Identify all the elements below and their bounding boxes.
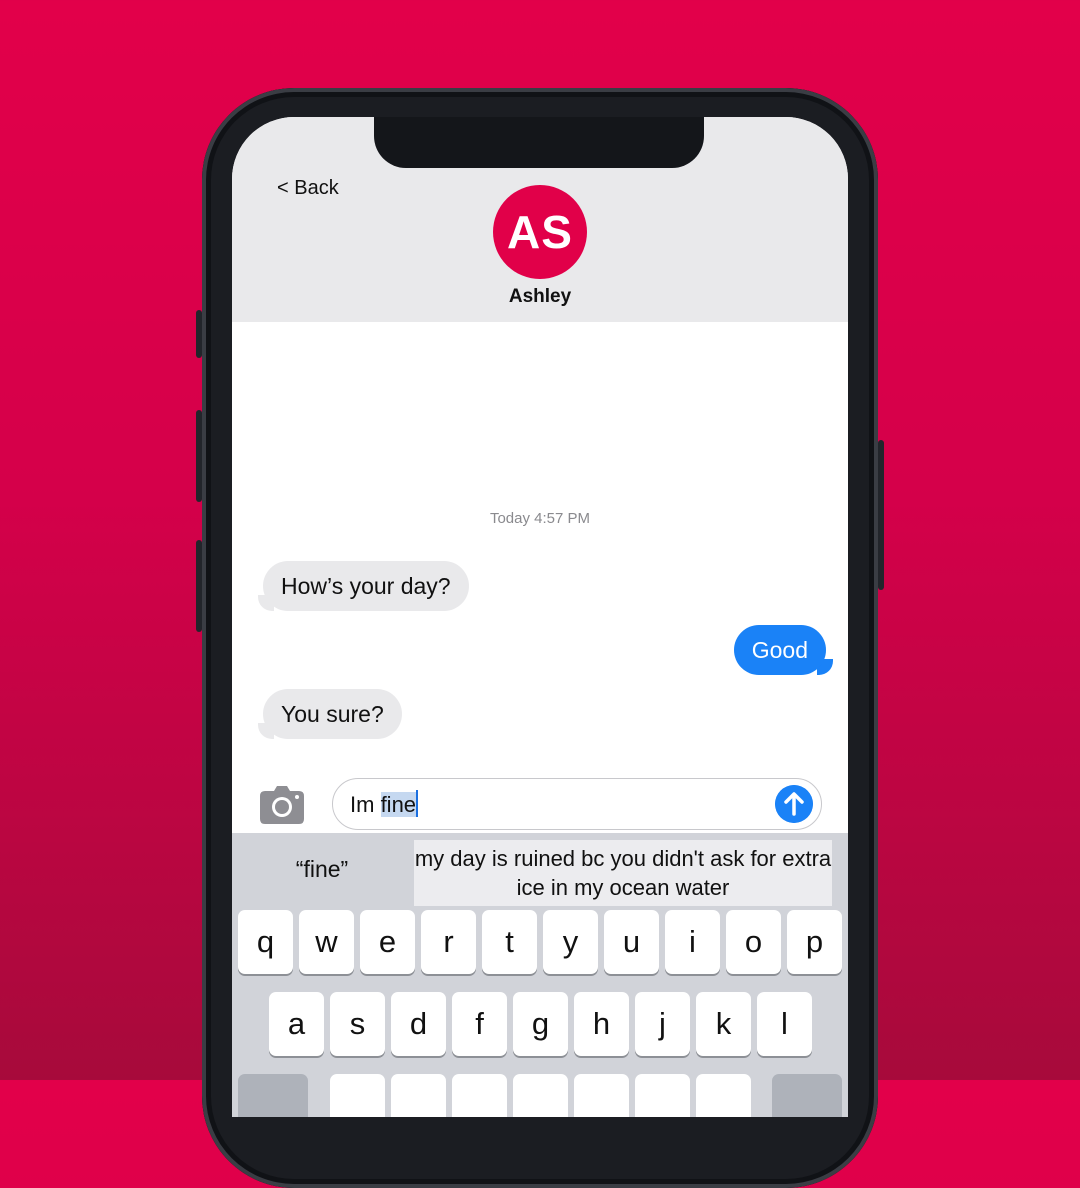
key[interactable]: g <box>513 992 568 1056</box>
message-bubble-incoming[interactable]: You sure? <box>263 689 402 739</box>
avatar[interactable]: AS <box>493 185 587 279</box>
key[interactable]: p <box>787 910 842 974</box>
notch <box>374 117 704 168</box>
key[interactable]: q <box>238 910 293 974</box>
message-input[interactable]: Im fine <box>332 778 822 830</box>
delete-key[interactable] <box>772 1074 842 1117</box>
key[interactable]: r <box>421 910 476 974</box>
key[interactable]: s <box>330 992 385 1056</box>
key[interactable]: a <box>269 992 324 1056</box>
key[interactable] <box>330 1074 385 1117</box>
message-input-text[interactable]: Im fine <box>350 790 419 818</box>
key[interactable]: h <box>574 992 629 1056</box>
key[interactable]: d <box>391 992 446 1056</box>
key[interactable]: f <box>452 992 507 1056</box>
power-button <box>878 440 884 590</box>
suggestion-long[interactable]: my day is ruined bc you didn't ask for e… <box>414 840 832 906</box>
key[interactable] <box>452 1074 507 1117</box>
key[interactable] <box>574 1074 629 1117</box>
key[interactable] <box>513 1074 568 1117</box>
message-bubble-outgoing[interactable]: Good <box>733 625 826 675</box>
suggestion-fine[interactable]: “fine” <box>232 833 412 906</box>
key[interactable]: u <box>604 910 659 974</box>
message-timestamp: Today 4:57 PM <box>489 510 591 527</box>
phone-screen: < Back AS Ashley Today 4:57 PM How’s you… <box>232 117 848 1117</box>
back-button[interactable]: < Back <box>277 177 339 200</box>
key[interactable]: e <box>360 910 415 974</box>
typed-text: Im <box>350 792 381 817</box>
key[interactable] <box>391 1074 446 1117</box>
key[interactable]: l <box>757 992 812 1056</box>
text-caret <box>416 790 419 817</box>
key[interactable] <box>635 1074 690 1117</box>
silent-switch <box>196 310 202 358</box>
key[interactable]: w <box>299 910 354 974</box>
arrow-up-icon[interactable] <box>775 785 813 823</box>
keyboard: “fine” my day is ruined bc you didn't as… <box>232 833 848 1117</box>
key[interactable]: i <box>665 910 720 974</box>
selected-word: fine <box>380 792 417 817</box>
shift-key[interactable] <box>238 1074 308 1117</box>
contact-name[interactable]: Ashley <box>232 286 848 308</box>
key[interactable] <box>696 1074 751 1117</box>
volume-up-button <box>196 410 202 502</box>
camera-icon[interactable] <box>259 785 305 825</box>
key[interactable]: y <box>543 910 598 974</box>
key[interactable]: j <box>635 992 690 1056</box>
key[interactable]: o <box>726 910 781 974</box>
message-bubble-incoming[interactable]: How’s your day? <box>263 561 469 611</box>
key[interactable]: t <box>482 910 537 974</box>
key[interactable]: k <box>696 992 751 1056</box>
volume-down-button <box>196 540 202 632</box>
